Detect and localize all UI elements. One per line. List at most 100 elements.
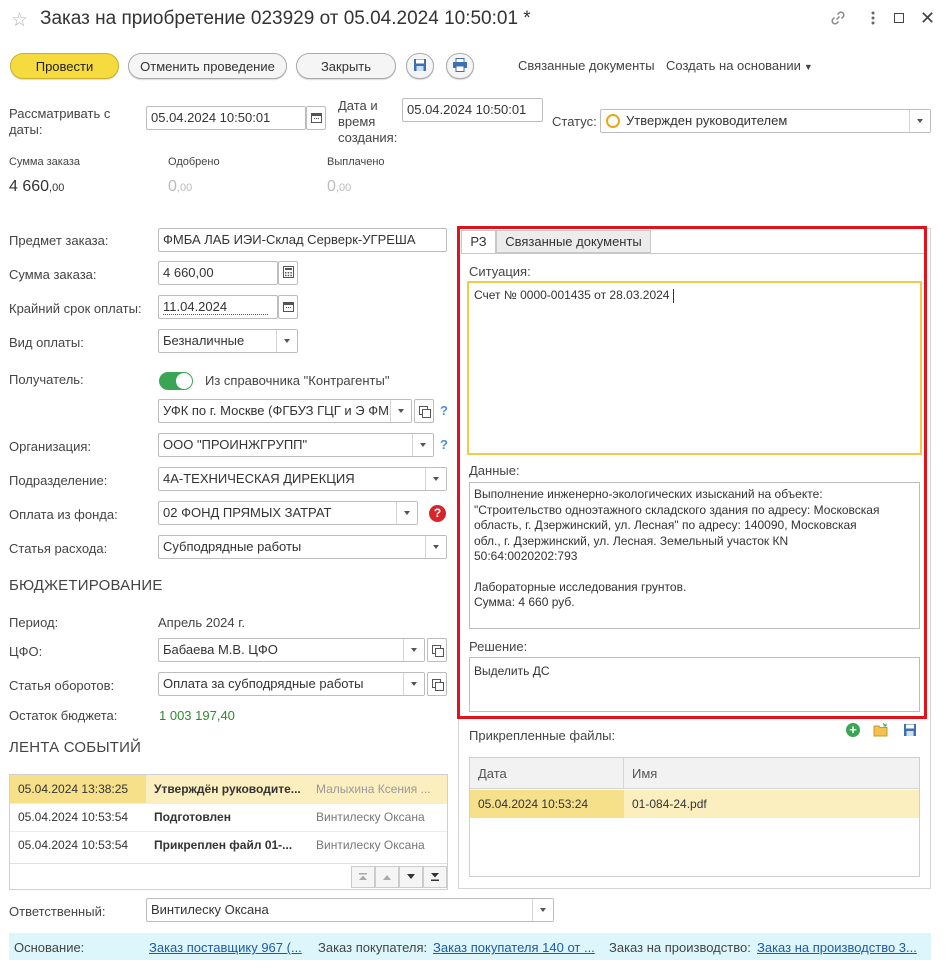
post-button[interactable]: Провести xyxy=(10,53,119,79)
customer-order-label: Заказ покупателя: xyxy=(318,940,428,955)
event-name: Прикреплен файл 01-... xyxy=(154,838,293,853)
fund-warning-icon[interactable]: ? xyxy=(429,505,446,522)
recipient-select[interactable]: УФК по г. Москве (ФГБУЗ ГЦГ и Э ФМБА xyxy=(158,399,412,423)
org-select[interactable]: ООО "ПРОИНЖГРУПП" xyxy=(158,433,434,457)
data-textarea[interactable]: Выполнение инженерно-экологических изыск… xyxy=(469,482,920,629)
payment-type-label: Вид оплаты: xyxy=(9,335,84,350)
recipient-open-button[interactable] xyxy=(414,399,434,423)
fund-label: Оплата из фонда: xyxy=(9,507,118,522)
window-title: Заказ на приобретение 023929 от 05.04.20… xyxy=(40,8,531,29)
fund-select[interactable]: 02 ФОНД ПРЯМЫХ ЗАТРАТ xyxy=(158,501,418,525)
events-table: 05.04.2024 13:38:25 Утверждён руководите… xyxy=(9,774,448,890)
expense-select[interactable]: Субподрядные работы xyxy=(158,535,447,559)
event-date: 05.04.2024 13:38:25 xyxy=(10,775,146,803)
customer-order-link[interactable]: Заказ покупателя 140 от ... xyxy=(433,940,595,955)
decision-textarea[interactable]: Выделить ДС xyxy=(469,657,920,712)
sum-calculator-button[interactable] xyxy=(278,261,298,285)
tab-rz[interactable]: РЗ xyxy=(461,230,496,253)
production-order-link[interactable]: Заказ на производство 3... xyxy=(757,940,917,955)
dropdown-arrow-icon: ▼ xyxy=(803,62,813,72)
subject-input[interactable]: ФМБА ЛАБ ИЭИ-Склад Серверк-УГРЕША xyxy=(158,228,447,252)
created-field: 05.04.2024 10:50:01 xyxy=(402,98,543,122)
sum-input[interactable]: 4 660,00 xyxy=(158,261,278,285)
table-row[interactable]: 05.04.2024 10:53:54 Подготовлен Винтилес… xyxy=(10,803,447,831)
file-date: 05.04.2024 10:53:24 xyxy=(470,790,624,818)
scroll-down-button[interactable] xyxy=(399,866,423,888)
scroll-first-button[interactable] xyxy=(351,866,375,888)
turnover-open-button[interactable] xyxy=(427,672,447,696)
save-button[interactable] xyxy=(406,53,434,79)
tab-related-documents[interactable]: Связанные документы xyxy=(496,230,651,253)
open-folder-icon[interactable] xyxy=(873,723,889,737)
save-file-icon[interactable] xyxy=(903,723,917,737)
sum-label: Сумма заказа: xyxy=(9,267,97,282)
deadline-input[interactable]: 11.04.2024 xyxy=(158,295,278,319)
turnover-label: Статья оборотов: xyxy=(9,678,115,693)
table-row[interactable]: 05.04.2024 10:53:54 Прикреплен файл 01-.… xyxy=(10,831,447,859)
status-label: Статус: xyxy=(552,114,597,129)
responsible-label: Ответственный: xyxy=(9,904,106,919)
basis-link[interactable]: Заказ поставщику 967 (... xyxy=(149,940,302,955)
org-help-icon[interactable]: ? xyxy=(440,437,448,452)
link-icon[interactable] xyxy=(829,9,847,27)
create-based-on-menu[interactable]: Создать на основании ▼ xyxy=(666,58,813,73)
subject-label: Предмет заказа: xyxy=(9,233,109,248)
recipient-toggle[interactable] xyxy=(159,372,193,390)
scroll-last-button[interactable] xyxy=(423,866,447,888)
status-select[interactable]: Утвержден руководителем xyxy=(600,109,931,133)
cfo-open-button[interactable] xyxy=(427,638,447,662)
deadline-calendar-button[interactable] xyxy=(278,295,298,319)
col-header-date[interactable]: Дата xyxy=(470,758,624,788)
paid-label: Выплачено xyxy=(327,156,385,168)
scroll-up-button[interactable] xyxy=(375,866,399,888)
maximize-icon[interactable] xyxy=(894,13,904,23)
add-file-icon[interactable]: + xyxy=(846,723,860,737)
favorite-star-icon[interactable]: ☆ xyxy=(11,9,28,32)
related-documents-link[interactable]: Связанные документы xyxy=(518,58,655,73)
situation-textarea[interactable]: Счет № 0000-001435 от 28.03.2024 xyxy=(467,281,922,455)
dept-label: Подразделение: xyxy=(9,473,108,488)
table-row[interactable]: 05.04.2024 13:38:25 Утверждён руководите… xyxy=(10,775,447,803)
file-name: 01-084-24.pdf xyxy=(632,797,707,811)
event-date: 05.04.2024 10:53:54 xyxy=(18,810,129,824)
cfo-select[interactable]: Бабаева М.В. ЦФО xyxy=(158,638,425,662)
consider-from-field[interactable]: 05.04.2024 10:50:01 xyxy=(146,106,306,130)
approved-label: Одобрено xyxy=(168,156,220,168)
dept-select[interactable]: 4А-ТЕХНИЧЕСКАЯ ДИРЕКЦИЯ xyxy=(158,467,447,491)
more-icon[interactable] xyxy=(866,9,880,27)
budget-section-title: БЮДЖЕТИРОВАНИЕ xyxy=(9,577,163,594)
order-sum-value: 4 660,00 xyxy=(9,178,65,195)
close-button[interactable]: Закрыть xyxy=(296,53,396,79)
period-label: Период: xyxy=(9,615,59,630)
open-icon xyxy=(432,679,444,691)
consider-from-calendar-button[interactable] xyxy=(306,106,326,130)
files-label: Прикрепленные файлы: xyxy=(469,728,616,743)
basis-label: Основание: xyxy=(14,940,85,955)
recipient-help-icon[interactable]: ? xyxy=(440,403,448,418)
remainder-value: 1 003 197,40 xyxy=(159,708,235,723)
responsible-select[interactable]: Винтилеску Оксана xyxy=(146,898,554,922)
status-circle-icon xyxy=(606,114,620,128)
table-row[interactable]: 05.04.2024 10:53:24 01-084-24.pdf xyxy=(470,790,919,818)
print-icon xyxy=(452,57,468,75)
payment-type-select[interactable]: Безналичные xyxy=(158,329,298,353)
event-user: Винтилеску Оксана xyxy=(316,838,425,853)
created-label: Дата и время создания: xyxy=(338,98,398,145)
org-label: Организация: xyxy=(9,439,92,454)
close-icon[interactable]: ✕ xyxy=(920,8,935,29)
print-button[interactable] xyxy=(446,53,474,79)
recipient-toggle-label: Из справочника "Контрагенты" xyxy=(205,373,390,388)
decision-label: Решение: xyxy=(469,639,528,654)
col-header-name[interactable]: Имя xyxy=(624,758,919,788)
cancel-post-button[interactable]: Отменить проведение xyxy=(128,53,287,79)
period-value: Апрель 2024 г. xyxy=(158,615,246,630)
deadline-label: Крайний срок оплаты: xyxy=(9,301,142,316)
cfo-label: ЦФО: xyxy=(9,644,43,659)
paid-value: 0,00 xyxy=(327,178,352,195)
event-user: Малыхина Ксения ... xyxy=(316,781,431,796)
turnover-select[interactable]: Оплата за субподрядные работы xyxy=(158,672,425,696)
save-icon xyxy=(413,58,427,75)
consider-from-label: Рассматривать с даты: xyxy=(9,106,111,137)
production-order-label: Заказ на производство: xyxy=(609,940,751,955)
expense-label: Статья расхода: xyxy=(9,541,108,556)
